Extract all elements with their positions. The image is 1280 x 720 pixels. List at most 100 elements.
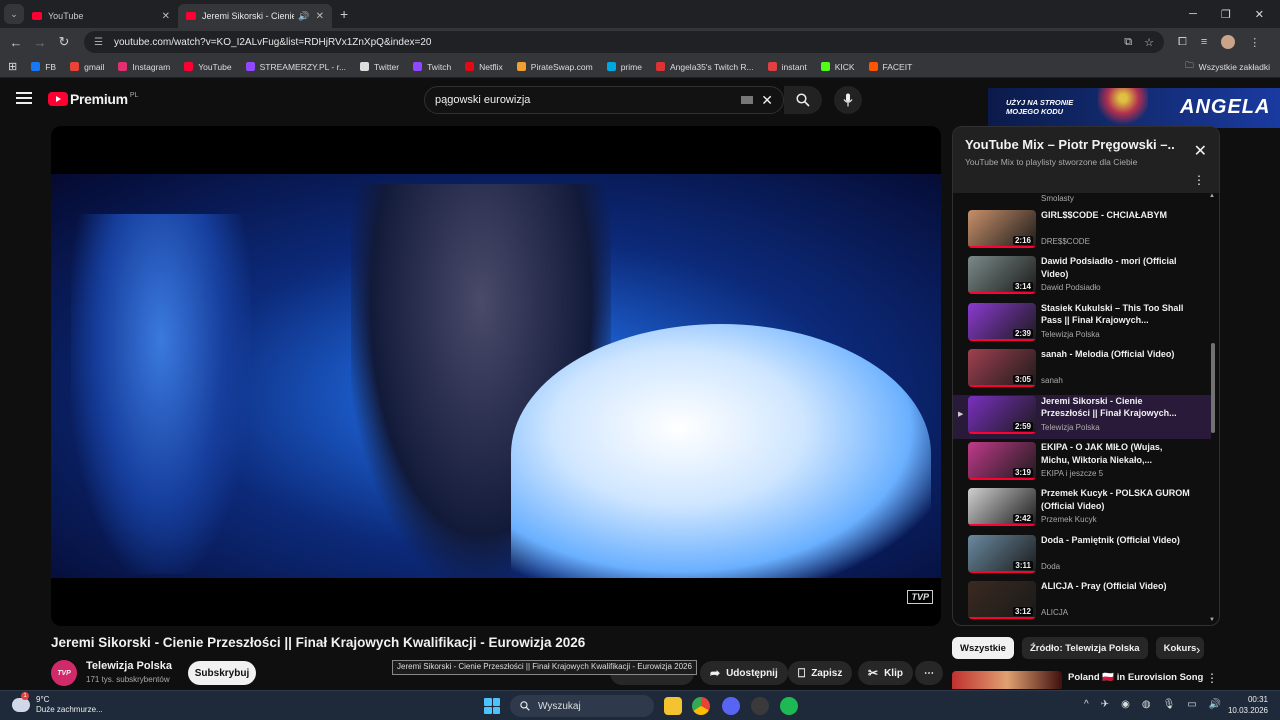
playlist-item[interactable]: ▶ 2:59 Jeremi Sikorski - Cienie Przeszłośc… [953,394,1211,439]
voice-search-button[interactable] [834,86,862,114]
app-icon[interactable] [751,697,769,715]
close-tab-icon[interactable]: ✕ [316,11,324,22]
playlist-item[interactable]: 3:14 Dawid Podsiadło - mori (Official Vid… [953,255,1211,299]
playlist-scrollbar[interactable] [1211,343,1215,433]
back-icon[interactable]: ← [4,35,28,50]
tab-title: YouTube [48,11,84,21]
playlist-item[interactable]: 3:05 sanah - Melodia (Official Video) sana… [953,348,1211,392]
bookmark-item[interactable]: KICK [820,61,855,72]
taskbar-search[interactable]: Wyszukaj [510,695,654,717]
menu-icon[interactable] [16,92,32,104]
keyboard-icon[interactable] [741,96,754,104]
site-info-icon[interactable]: ☰ [94,37,106,48]
bookmark-item[interactable]: YouTube [184,62,232,72]
url-field[interactable]: ☰ youtube.com/watch?v=KO_I2ALvFug&list=R… [84,31,1164,53]
bookmark-favicon-icon [118,62,128,71]
search-button[interactable] [784,86,822,114]
playlist-subtitle: YouTube Mix to playlisty stworzone dla C… [965,157,1138,167]
minimize-icon[interactable]: ─ [1189,8,1197,21]
chip-all[interactable]: Wszystkie [952,637,1014,659]
clear-search-icon[interactable]: ✕ [761,92,773,109]
bookmark-item[interactable]: Angela35's Twitch R... [655,61,754,72]
display-icon[interactable]: ▭ [1187,699,1196,710]
bookmark-label: KICK [834,61,855,72]
forward-icon[interactable]: → [28,35,52,50]
bookmark-item[interactable]: Twitch [413,62,451,72]
bookmark-item[interactable]: Netflix [465,62,503,72]
save-button[interactable]: ⎕ Zapisz [788,661,853,685]
menu-kebab-icon[interactable]: ⋮ [1249,36,1260,49]
new-tab-button[interactable]: + [340,6,348,22]
dancer-figure [71,214,251,574]
weather-temp: 9°C [36,695,50,704]
tab-search-button[interactable]: ⌄ [4,4,24,24]
channel-avatar[interactable]: TVP [51,660,77,686]
all-bookmarks-folder[interactable]: 🗀 Wszystkie zakładki [1185,60,1270,74]
clock[interactable]: 00:31 10.03.2026 [1228,694,1268,716]
bookmark-item[interactable]: PirateSwap.com [516,62,593,72]
channel-name[interactable]: Telewizja Polska [86,660,172,672]
scroll-down-icon[interactable]: ▼ [1209,617,1215,623]
more-vertical-icon[interactable]: ⋮ [1193,173,1205,187]
chrome-icon[interactable] [692,697,710,715]
chevron-up-icon[interactable]: ^ [1084,699,1089,710]
profile-avatar[interactable] [1221,35,1236,49]
extensions-icon[interactable]: ⧠ [1178,36,1187,49]
network-icon[interactable]: ✈ [1101,699,1109,710]
restore-icon[interactable]: ❐ [1221,8,1231,21]
bookmark-item[interactable]: FB [31,62,56,72]
playlist-item[interactable]: 3:12 ALICJA - Pray (Official Video) ALICJA [953,580,1211,624]
chip-source[interactable]: Źródło: Telewizja Polska [1021,637,1148,659]
volume-icon[interactable]: 🔊 [1209,699,1221,710]
reload-icon[interactable]: ↻ [52,34,76,50]
close-window-icon[interactable]: ✕ [1255,8,1264,21]
spotify-icon[interactable] [780,697,798,715]
playlist-item[interactable]: 2:42 Przemek Kucyk - POLSKA GUROM (Offici… [953,487,1211,531]
close-tab-icon[interactable]: ✕ [162,11,170,22]
cast-icon[interactable]: ⧉ [1124,36,1132,49]
tab-video[interactable]: Jeremi Sikorski - Cienie Przeszłości 🔊 ✕ [178,4,332,28]
recommended-video[interactable]: Poland 🇵🇱 in Eurovision Song ⋮ [952,671,1220,689]
bookmark-item[interactable]: FACEIT [868,62,912,72]
speaker-icon[interactable]: 🔊 [298,11,309,22]
ad-banner[interactable]: UŻYJ NA STRONIE MOJEGO KODU ANGELA [988,88,1280,128]
search-input[interactable]: pągowski eurowizja ✕ [424,86,784,114]
bookmark-item[interactable]: prime [606,62,642,72]
bookmark-item[interactable]: Instagram [118,62,170,72]
watch-progress-bar [968,385,1036,388]
file-explorer-icon[interactable] [664,697,682,715]
scroll-up-icon[interactable]: ▲ [1209,193,1215,199]
more-vertical-icon[interactable]: ⋮ [1206,671,1218,685]
subscribe-button[interactable]: Subskrybuj [188,661,256,685]
clip-button[interactable]: ✂ Klip [858,661,913,685]
steam-icon[interactable]: ◍ [1142,699,1151,710]
discord-icon[interactable] [722,697,740,715]
mic-icon[interactable]: 🎙 [1163,699,1176,710]
playlist-item[interactable]: 3:19 EKIPA - O JAK MIŁO (Wujas, Michu, Wi… [953,441,1211,485]
bookmark-favicon-icon [655,62,665,71]
bookmark-label: Angela35's Twitch R... [669,61,754,72]
more-actions-button[interactable]: ⋯ [915,661,943,685]
close-icon[interactable]: ✕ [1194,141,1207,161]
weather-widget[interactable]: 1 9°C Duże zachmurze... [12,692,103,715]
video-player[interactable]: TVP [51,126,941,626]
bookmark-item[interactable]: STREAMERZY.PL - r... [245,61,347,72]
bookmark-item[interactable]: instant [767,62,807,72]
chevron-right-icon[interactable]: › [1196,642,1200,657]
youtube-logo[interactable]: Premium PL [48,91,138,107]
bookmark-item[interactable]: gmail [70,62,104,72]
start-menu-icon[interactable] [484,698,500,714]
bookmark-label: STREAMERZY.PL - r... [259,61,347,72]
bookmark-star-icon[interactable]: ☆ [1144,36,1154,49]
apps-grid-icon[interactable]: ⊞ [8,60,17,73]
playlist-item[interactable]: 2:39 Stasiek Kukulski – This Too Shall Pa… [953,302,1211,346]
bookmarks-bar: ⊞ FB gmail Instagram YouTube STREAMERZY.… [0,56,1280,78]
playlist-item[interactable]: 3:11 Doda - Pamiętnik (Official Video) Dod… [953,534,1211,578]
share-button[interactable]: ➦ Udostępnij [700,661,788,685]
tab-youtube[interactable]: YouTube ✕ [24,4,178,28]
reading-list-icon[interactable]: ≡ [1201,36,1207,48]
playlist-item[interactable]: 2:16 GIRL$$CODE - CHCIAŁABYM DRE$$CODE [953,209,1211,253]
playlist-title[interactable]: YouTube Mix – Piotr Pręgowski –... [965,137,1175,152]
bookmark-item[interactable]: Twitter [360,62,399,72]
discord-tray-icon[interactable]: ◉ [1121,699,1130,710]
